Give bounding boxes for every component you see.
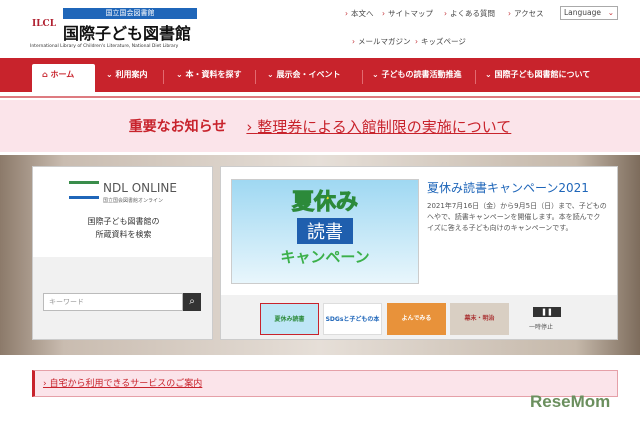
feature-carousel: 夏休み 読書 キャンペーン 夏休み読書キャンペーン2021 2021年7月16日… <box>220 166 618 340</box>
nav-search[interactable]: ⌄ 本・資料を探す <box>176 64 242 92</box>
pause-icon: ❚❚ <box>541 308 553 316</box>
banner-text: 読書 <box>297 218 353 244</box>
site-logo[interactable]: ILCL 国立国会図書館 国際子ども図書館 International Libr… <box>30 8 210 50</box>
notice-link-label: 整理券による入館制限の実施について <box>257 118 511 136</box>
resemom-watermark: ReseMom <box>530 392 610 412</box>
nav-events[interactable]: ⌄ 展示会・イベント <box>267 64 341 92</box>
logo-title: 国際子ども図書館 <box>63 20 191 44</box>
ndl-online-title[interactable]: NDL ONLINE <box>103 181 177 195</box>
nav-label: 子どもの読書活動推進 <box>382 70 462 79</box>
chevron-right-icon: › <box>415 37 418 46</box>
link-label: 自宅から利用できるサービスのご案内 <box>49 379 202 389</box>
home-services-link[interactable]: › 自宅から利用できるサービスのご案内 <box>43 379 202 389</box>
chevron-right-icon: › <box>345 9 348 18</box>
link-label: アクセス <box>514 9 544 18</box>
logo-ndl: 国立国会図書館 <box>63 8 197 19</box>
feature-description: 2021年7月16日（金）から9月5日（日）まで、子どものへやで、読書キャンペー… <box>427 201 607 234</box>
ndl-online-subtitle: 国立国会図書館オンライン <box>103 197 163 204</box>
carousel-thumb[interactable]: SDGsと子どもの本 <box>323 303 382 335</box>
nav-about[interactable]: ⌄ 国際子ども図書館について <box>485 64 590 92</box>
notice-link[interactable]: › 整理券による入館制限の実施について <box>246 116 511 137</box>
nav-label: 利用案内 <box>116 70 148 79</box>
ndl-description: 国際子ども図書館の所蔵資料を検索 <box>33 215 214 241</box>
language-select[interactable]: Language ⌄ <box>560 6 618 20</box>
link-access[interactable]: ›アクセス <box>508 8 544 19</box>
desc-line: 所蔵資料を検索 <box>33 228 214 241</box>
nav-label: ホーム <box>51 70 75 79</box>
link-label: 本文へ <box>351 9 374 18</box>
chevron-right-icon: › <box>508 9 511 18</box>
divider <box>0 96 640 98</box>
ilcl-logo-mark: ILCL <box>32 10 60 38</box>
desc-line: 国際子ども図書館の <box>33 215 214 228</box>
link-label: サイトマップ <box>388 9 433 18</box>
chevron-right-icon: › <box>352 37 355 46</box>
chevron-right-icon: › <box>382 9 385 18</box>
nav-guide[interactable]: ⌄ 利用案内 <box>106 64 148 92</box>
nav-label: 本・資料を探す <box>186 70 242 79</box>
pause-label: 一時停止 <box>529 322 553 331</box>
nav-label: 国際子ども図書館について <box>495 70 591 79</box>
link-label: よくある質問 <box>450 9 495 18</box>
banner-text: 夏休み <box>232 184 418 216</box>
keyword-input[interactable]: キーワード <box>43 293 183 311</box>
logo-subtitle: International Library of Children's Lite… <box>30 44 178 49</box>
pause-button[interactable]: ❚❚ <box>533 307 561 317</box>
link-faq[interactable]: ›よくある質問 <box>444 8 495 19</box>
chevron-right-icon: › <box>444 9 447 18</box>
important-notice: 重要なお知らせ › 整理券による入館制限の実施について <box>0 100 640 152</box>
feature-title[interactable]: 夏休み読書キャンペーン2021 <box>427 179 589 196</box>
chevron-right-icon: › <box>246 118 257 136</box>
ndl-online-card: NDL ONLINE 国立国会図書館オンライン 国際子ども図書館の所蔵資料を検索… <box>32 166 213 340</box>
ndl-logo-icon <box>69 181 99 199</box>
link-sitemap[interactable]: ›サイトマップ <box>382 8 433 19</box>
nav-label: 展示会・イベント <box>277 70 341 79</box>
carousel-thumb[interactable]: 夏休み読書 <box>260 303 319 335</box>
carousel-thumb[interactable]: 幕末・明治 <box>450 303 509 335</box>
link-label: キッズページ <box>421 37 466 46</box>
divider <box>255 70 256 84</box>
link-skip[interactable]: ›本文へ <box>345 8 374 19</box>
search-button[interactable]: ⌕ <box>183 293 201 311</box>
language-label: Language <box>564 8 601 17</box>
divider <box>163 70 164 84</box>
header: ILCL 国立国会図書館 国際子ども図書館 International Libr… <box>0 0 640 58</box>
search-icon: ⌕ <box>189 296 195 307</box>
banner-text: キャンペーン <box>232 246 418 267</box>
nav-reading[interactable]: ⌄ 子どもの読書活動推進 <box>372 64 462 92</box>
link-label: メールマガジン <box>358 37 411 46</box>
main-nav: ⌂ ホーム ⌄ 利用案内 ⌄ 本・資料を探す ⌄ 展示会・イベント ⌄ 子どもの… <box>0 58 640 92</box>
link-mailmagazine[interactable]: ›メールマガジン <box>352 36 411 47</box>
link-kids[interactable]: ›キッズページ <box>415 36 466 47</box>
divider <box>475 70 476 84</box>
carousel-thumb[interactable]: よんでみる <box>387 303 446 335</box>
home-icon: ⌂ <box>42 70 51 79</box>
chevron-down-icon: ⌄ <box>608 7 614 19</box>
campaign-banner[interactable]: 夏休み 読書 キャンペーン <box>231 179 419 284</box>
nav-home[interactable]: ⌂ ホーム <box>32 64 95 92</box>
divider <box>362 70 363 84</box>
notice-title: 重要なお知らせ <box>129 116 227 136</box>
